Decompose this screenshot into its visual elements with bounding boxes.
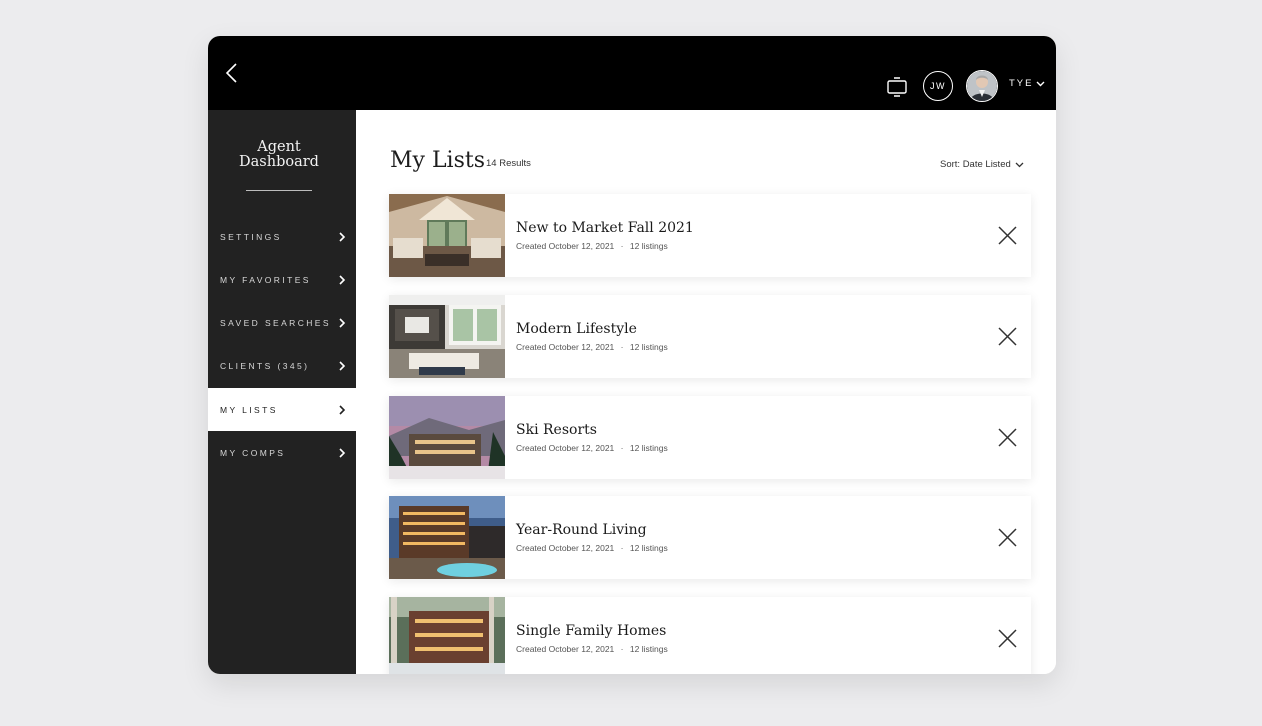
sidebar-item-label: CLIENTS (345) (220, 360, 310, 371)
chevron-right-icon (339, 231, 346, 242)
list-count: 12 listings (629, 342, 668, 352)
close-icon[interactable] (995, 324, 1020, 349)
back-arrow-icon[interactable] (222, 60, 246, 86)
brand-divider (246, 190, 312, 191)
user-menu[interactable]: TYE (1009, 78, 1045, 89)
sort-dropdown[interactable]: Sort: Date Listed (940, 159, 1024, 170)
sidebar-item-my-lists[interactable]: MY LISTS (208, 388, 356, 431)
meta-separator: · (620, 644, 624, 654)
sidebar-item-label: SETTINGS (220, 231, 282, 242)
sidebar-item-clients[interactable]: CLIENTS (345) (208, 344, 356, 387)
list-title: Year-Round Living (516, 522, 647, 538)
list-card[interactable]: Modern Lifestyle Created October 12, 202… (389, 295, 1031, 378)
list-meta: Created October 12, 2021 · 12 listings (516, 543, 668, 553)
list-card[interactable]: New to Market Fall 2021 Created October … (389, 194, 1031, 277)
list-title: Ski Resorts (516, 422, 597, 438)
page-title: My Lists (390, 148, 486, 173)
sidebar-item-my-favorites[interactable]: MY FAVORITES (208, 258, 356, 301)
list-meta: Created October 12, 2021 · 12 listings (516, 443, 668, 453)
chevron-right-icon (339, 274, 346, 285)
list-title: Single Family Homes (516, 623, 667, 639)
meta-separator: · (620, 342, 624, 352)
list-created: Created October 12, 2021 (516, 644, 615, 654)
list-title: Modern Lifestyle (516, 321, 637, 337)
brand-line-2: Dashboard (239, 154, 319, 170)
resort-pool-photo (389, 496, 505, 579)
sidebar-item-saved-searches[interactable]: SAVED SEARCHES (208, 301, 356, 344)
sidebar-item-settings[interactable]: SETTINGS (208, 215, 356, 258)
sort-label: Sort: Date Listed (940, 159, 1011, 170)
sidebar-item-label: MY LISTS (220, 404, 278, 415)
top-bar: JW TYE (208, 36, 1056, 110)
user-initials-button[interactable]: JW (923, 71, 953, 101)
list-created: Created October 12, 2021 (516, 443, 615, 453)
cast-icon[interactable] (886, 76, 908, 98)
close-icon[interactable] (995, 425, 1020, 450)
user-name: TYE (1009, 78, 1034, 89)
list-meta: Created October 12, 2021 · 12 listings (516, 644, 668, 654)
list-created: Created October 12, 2021 (516, 543, 615, 553)
chevron-right-icon (339, 360, 346, 371)
list-count: 12 listings (629, 443, 668, 453)
sidebar-item-my-comps[interactable]: MY COMPS (208, 431, 356, 474)
sidebar-item-label: MY FAVORITES (220, 274, 311, 285)
list-card[interactable]: Ski Resorts Created October 12, 2021 · 1… (389, 396, 1031, 479)
chevron-down-icon (1036, 81, 1045, 86)
sidebar-item-label: SAVED SEARCHES (220, 317, 331, 328)
ski-lodge-photo (389, 396, 505, 479)
sidebar-brand: Agent Dashboard (208, 140, 350, 170)
meta-separator: · (620, 241, 624, 251)
main-content: My Lists 14 Results Sort: Date Listed Ne… (356, 110, 1056, 674)
list-created: Created October 12, 2021 (516, 342, 615, 352)
list-count: 12 listings (629, 241, 668, 251)
close-icon[interactable] (995, 626, 1020, 651)
mountain-home-photo (389, 597, 505, 674)
chevron-right-icon (339, 404, 346, 415)
results-count: 14 Results (486, 158, 531, 169)
app-window: JW TYE Agent Dashboard SETTINGS MY FAVOR… (208, 36, 1056, 674)
list-created: Created October 12, 2021 (516, 241, 615, 251)
sidebar: Agent Dashboard SETTINGS MY FAVORITES SA… (208, 110, 356, 674)
list-count: 12 listings (629, 644, 668, 654)
brand-line-1: Agent (257, 139, 301, 155)
meta-separator: · (620, 443, 624, 453)
list-card[interactable]: Year-Round Living Created October 12, 20… (389, 496, 1031, 579)
sidebar-item-label: MY COMPS (220, 447, 286, 458)
media-room-photo (389, 295, 505, 378)
list-card[interactable]: Single Family Homes Created October 12, … (389, 597, 1031, 674)
chevron-down-icon (1015, 162, 1024, 167)
close-icon[interactable] (995, 525, 1020, 550)
chevron-right-icon (339, 317, 346, 328)
chevron-right-icon (339, 447, 346, 458)
close-icon[interactable] (995, 223, 1020, 248)
living-room-photo (389, 194, 505, 277)
list-title: New to Market Fall 2021 (516, 220, 694, 236)
list-meta: Created October 12, 2021 · 12 listings (516, 342, 668, 352)
avatar[interactable] (966, 70, 998, 102)
meta-separator: · (620, 543, 624, 553)
list-count: 12 listings (629, 543, 668, 553)
list-meta: Created October 12, 2021 · 12 listings (516, 241, 668, 251)
